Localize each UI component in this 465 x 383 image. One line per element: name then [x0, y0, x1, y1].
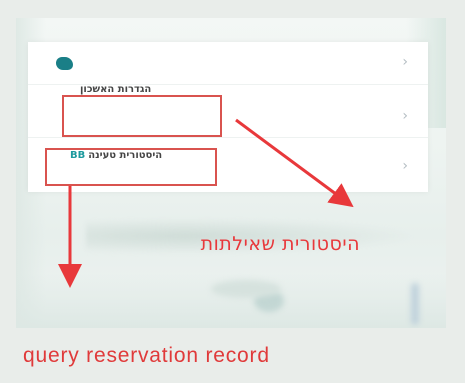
english-caption: query reservation record	[23, 344, 270, 367]
hebrew-caption: היסטורית שאילתות	[200, 233, 360, 255]
annotation-arrows	[58, 118, 354, 288]
arrow-to-settings	[235, 118, 354, 208]
